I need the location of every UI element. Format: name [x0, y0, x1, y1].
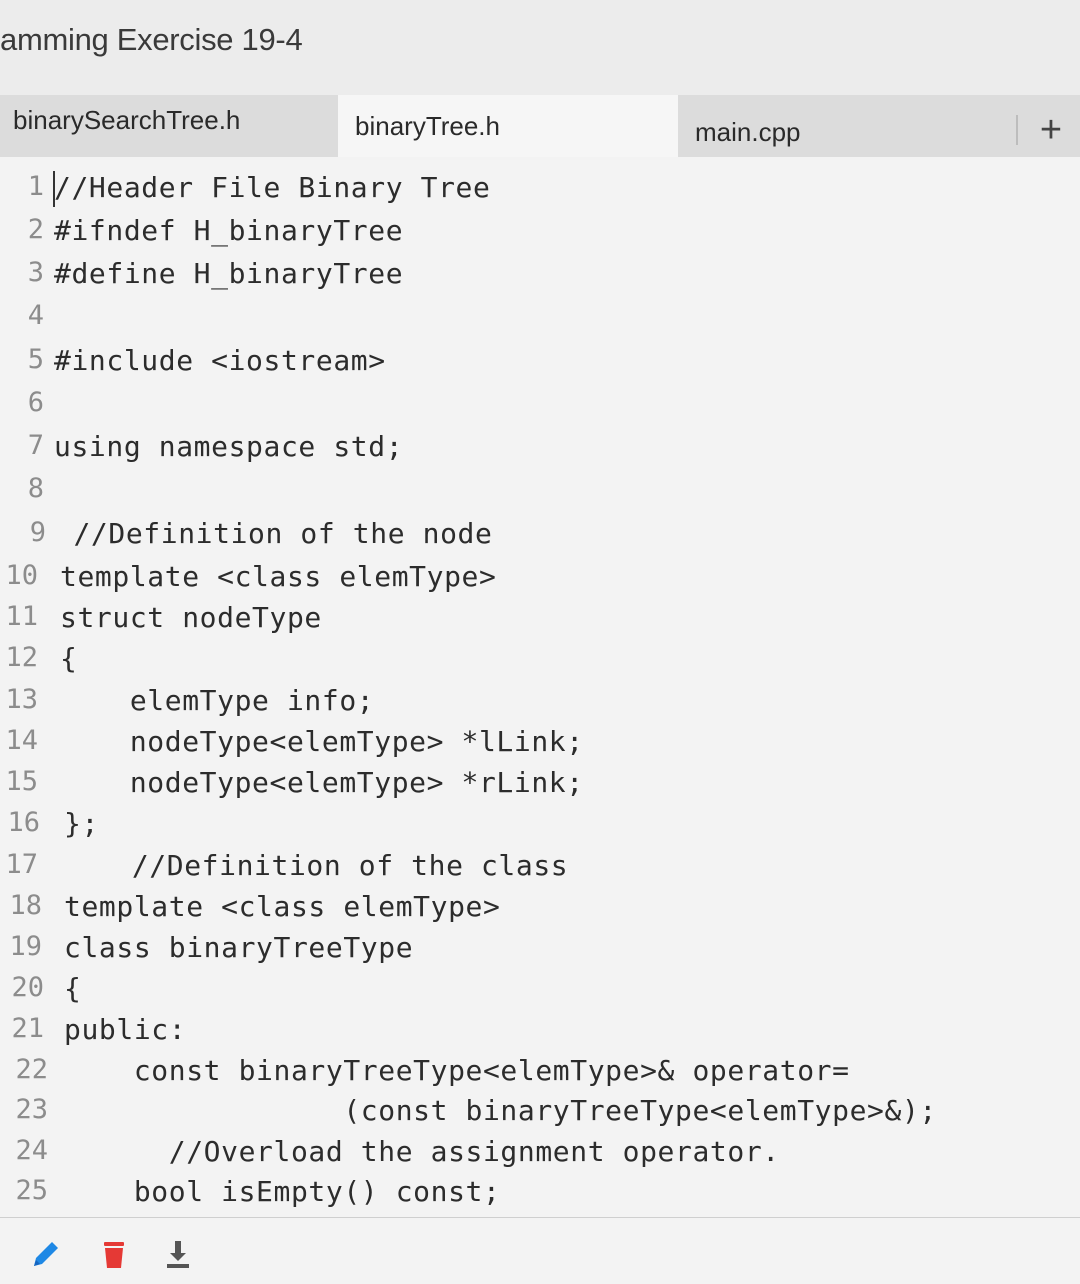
line-number: 20	[11, 972, 44, 1003]
code-line[interactable]: 13 elemType info;	[0, 684, 1080, 724]
window-title: amming Exercise 19-4	[0, 22, 303, 57]
code-line[interactable]: 11 struct nodeType	[0, 601, 1080, 641]
line-number: 2	[27, 214, 44, 245]
line-number: 17	[5, 849, 38, 880]
download-icon	[167, 1241, 189, 1268]
code-line[interactable]: 10 template <class elemType>	[0, 560, 1080, 600]
line-number: 11	[5, 601, 38, 632]
code-text: using namespace std;	[54, 430, 404, 463]
code-text: template <class elemType>	[64, 890, 501, 923]
line-number: 5	[27, 344, 44, 375]
tab-main-cpp[interactable]: main.cpp	[680, 95, 1010, 157]
tab-label: binarySearchTree.h	[13, 105, 241, 135]
tab-binary-tree-h[interactable]: binaryTree.h	[338, 95, 678, 157]
code-text: //Definition of the node	[56, 517, 493, 550]
code-line[interactable]: 12 {	[0, 642, 1080, 682]
code-line[interactable]: 19 class binaryTreeType	[0, 931, 1080, 971]
code-line[interactable]: 14 nodeType<elemType> *lLink;	[0, 725, 1080, 765]
code-text: //Overload the assignment operator.	[64, 1135, 780, 1168]
code-line[interactable]: 7 using namespace std;	[0, 430, 1080, 470]
add-tab-button[interactable]: +	[1016, 109, 1072, 151]
code-text: #ifndef H_binaryTree	[54, 214, 404, 247]
line-number: 7	[27, 430, 44, 461]
line-number: 16	[7, 807, 40, 838]
code-text: #include <iostream>	[54, 344, 386, 377]
line-number: 1	[27, 171, 44, 202]
code-line[interactable]: 6	[0, 387, 1080, 427]
code-text: template <class elemType>	[60, 560, 497, 593]
code-line[interactable]: 20 {	[0, 972, 1080, 1012]
line-number: 8	[27, 473, 44, 504]
code-text: //Definition of the class	[62, 849, 569, 882]
delete-button[interactable]	[96, 1236, 132, 1272]
code-text: {	[60, 642, 78, 675]
line-number: 3	[27, 257, 44, 288]
code-text: };	[64, 807, 99, 840]
code-text: bool isEmpty() const;	[64, 1175, 501, 1208]
code-text: struct nodeType	[60, 601, 322, 634]
line-number: 22	[15, 1054, 48, 1085]
line-number: 19	[9, 931, 42, 962]
tab-binary-search-tree-h[interactable]: binarySearchTree.h	[0, 95, 335, 157]
code-text: {	[64, 972, 82, 1005]
code-line[interactable]: 4	[0, 300, 1080, 340]
code-text: elemType info;	[60, 684, 375, 717]
code-line[interactable]: 25 bool isEmpty() const;	[0, 1175, 1080, 1215]
tab-bar: binarySearchTree.h binaryTree.h main.cpp…	[0, 95, 1080, 157]
line-number: 15	[5, 766, 38, 797]
line-number: 10	[5, 560, 38, 591]
code-line[interactable]: 17 //Definition of the class	[0, 849, 1080, 889]
line-number: 21	[11, 1013, 44, 1044]
line-number: 9	[29, 517, 46, 548]
code-line[interactable]: 15 nodeType<elemType> *rLink;	[0, 766, 1080, 806]
bottom-toolbar	[0, 1217, 1080, 1284]
code-text: class binaryTreeType	[64, 931, 414, 964]
code-line[interactable]: 16};	[0, 807, 1080, 847]
code-text: const binaryTreeType<elemType>& operator…	[64, 1054, 850, 1087]
code-text: (const binaryTreeType<elemType>&);	[64, 1094, 937, 1127]
code-line[interactable]: 21 public:	[0, 1013, 1080, 1053]
tab-label: binaryTree.h	[355, 111, 500, 141]
code-line[interactable]: 1 //Header File Binary Tree	[0, 171, 1080, 211]
code-line[interactable]: 18 template <class elemType>	[0, 890, 1080, 930]
line-number: 24	[15, 1135, 48, 1166]
code-text: #define H_binaryTree	[54, 257, 404, 290]
line-number: 23	[15, 1094, 48, 1125]
code-line[interactable]: 9 //Definition of the node	[0, 517, 1080, 557]
pencil-icon	[34, 1242, 58, 1266]
code-text: //Header File Binary Tree	[54, 171, 491, 204]
tab-label: main.cpp	[695, 117, 801, 147]
code-line[interactable]: 8	[0, 473, 1080, 513]
code-text: nodeType<elemType> *rLink;	[60, 766, 584, 799]
code-line[interactable]: 22 const binaryTreeType<elemType>& opera…	[0, 1054, 1080, 1094]
code-text: public:	[64, 1013, 187, 1046]
line-number: 14	[5, 725, 38, 756]
line-number: 4	[27, 300, 44, 331]
line-number: 25	[15, 1175, 48, 1206]
code-line[interactable]: 5 #include <iostream>	[0, 344, 1080, 384]
code-text: nodeType<elemType> *lLink;	[60, 725, 584, 758]
code-line[interactable]: 23 (const binaryTreeType<elemType>&);	[0, 1094, 1080, 1134]
line-number: 13	[5, 684, 38, 715]
code-editor[interactable]: 1 //Header File Binary Tree 2 #ifndef H_bin…	[0, 157, 1080, 1217]
code-line[interactable]: 3 #define H_binaryTree	[0, 257, 1080, 297]
trash-icon	[104, 1242, 124, 1268]
download-button[interactable]	[160, 1236, 196, 1272]
line-number: 6	[27, 387, 44, 418]
edit-button[interactable]	[28, 1236, 64, 1272]
line-number: 18	[9, 890, 42, 921]
code-line[interactable]: 24 //Overload the assignment operator.	[0, 1135, 1080, 1175]
line-number: 12	[5, 642, 38, 673]
code-line[interactable]: 2 #ifndef H_binaryTree	[0, 214, 1080, 254]
